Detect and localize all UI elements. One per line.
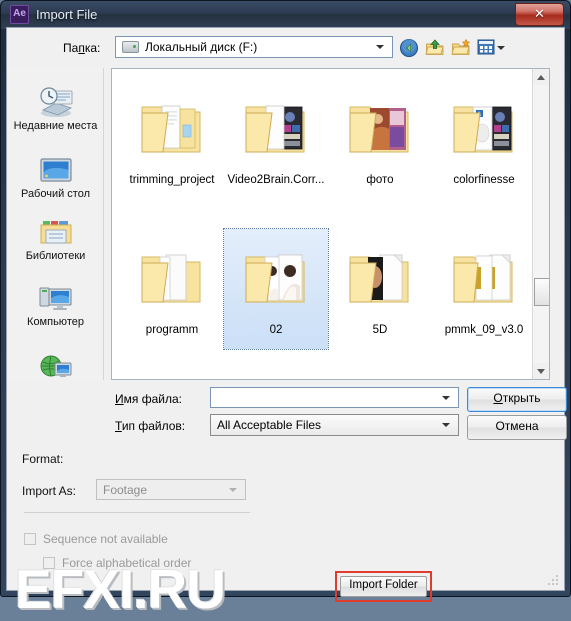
back-icon[interactable] [399, 38, 419, 58]
force-alphabetical-checkbox-row[interactable]: Force alphabetical order [43, 556, 191, 570]
filetype-combobox[interactable]: All Acceptable Files [210, 414, 459, 436]
sequence-checkbox-row[interactable]: Sequence not available [24, 532, 168, 546]
up-folder-icon[interactable] [425, 38, 445, 58]
list-item[interactable]: programm [120, 229, 224, 349]
import-as-label: Import As: [22, 484, 77, 498]
vertical-scrollbar[interactable] [532, 69, 549, 379]
folder-icon [224, 79, 328, 173]
places-sidebar: Недавние места Рабочий стол Библиотеки К… [8, 68, 104, 380]
list-item-label: colorfinesse [453, 174, 515, 186]
list-item[interactable]: pmmk_09_v3.0 [432, 229, 536, 349]
list-item-label: trimming_project [129, 174, 215, 186]
path-toolbar: Папка: Локальный диск (F:) [7, 32, 564, 64]
chevron-down-icon [442, 423, 450, 427]
list-item-label: 02 [269, 324, 283, 336]
list-item-label: фото [366, 174, 394, 186]
import-as-value: Footage [103, 482, 148, 497]
chevron-down-icon[interactable] [442, 395, 450, 400]
resize-grip[interactable] [548, 575, 560, 587]
list-item-label: programm [145, 324, 199, 336]
desktop-icon [8, 152, 103, 186]
close-button[interactable]: ✕ [515, 3, 564, 26]
sidebar-item-desktop[interactable]: Рабочий стол [8, 152, 103, 201]
sidebar-label-desktop: Рабочий стол [20, 188, 91, 200]
network-icon [8, 348, 103, 382]
sequence-label: Sequence not available [43, 532, 168, 546]
list-item[interactable]: фото [328, 79, 432, 199]
folder-icon [224, 229, 328, 323]
folder-icon [328, 229, 432, 323]
title-bar-left: Ae Import File [10, 5, 97, 24]
after-effects-icon: Ae [10, 5, 29, 24]
import-as-combobox[interactable]: Footage [96, 479, 246, 500]
folder-icon [328, 79, 432, 173]
list-item[interactable]: trimming_project [120, 79, 224, 199]
new-folder-icon[interactable] [451, 38, 471, 58]
format-label: Format: [22, 452, 64, 466]
path-value: Локальный диск (F:) [145, 40, 258, 54]
list-item[interactable]: Video2Brain.Corr... [224, 79, 328, 199]
file-list[interactable]: trimming_project Video2Brain.Corr... фот… [111, 68, 550, 380]
drive-icon [122, 41, 139, 53]
chevron-down-icon [376, 45, 384, 49]
filename-label: Имя файла: [115, 392, 182, 406]
force-alphabetical-checkbox[interactable] [43, 557, 55, 569]
window-title: Import File [36, 7, 98, 22]
list-item-selected[interactable]: 02 [223, 228, 329, 350]
folder-icon [120, 79, 224, 173]
sidebar-label-recent-places: Недавние места [13, 120, 98, 132]
divider [24, 512, 250, 513]
filetype-label: Тип файлов: [115, 419, 186, 433]
dialog-client-area: Папка: Локальный диск (F:) Недавние мест… [6, 27, 567, 620]
list-item-label: 5D [372, 324, 388, 336]
import-folder-button[interactable]: Import Folder [340, 576, 427, 597]
path-label: Папка: [63, 41, 101, 55]
list-item[interactable]: 5D [328, 229, 432, 349]
title-bar[interactable]: Ae Import File ✕ [1, 1, 570, 29]
sidebar-item-libraries[interactable]: Библиотеки [8, 214, 103, 263]
chevron-down-icon [229, 487, 237, 492]
path-combobox[interactable]: Локальный диск (F:) [115, 36, 393, 58]
sidebar-item-recent-places[interactable]: Недавние места [8, 84, 103, 133]
list-item-label: Video2Brain.Corr... [227, 174, 325, 186]
list-item-label: pmmk_09_v3.0 [444, 324, 524, 336]
sidebar-label-computer: Компьютер [27, 316, 84, 328]
folder-icon: A [432, 79, 536, 173]
recent-places-icon [8, 84, 103, 118]
force-alphabetical-label: Force alphabetical order [62, 556, 192, 570]
sequence-checkbox[interactable] [24, 533, 36, 545]
views-icon[interactable] [477, 38, 497, 58]
computer-icon [8, 280, 103, 314]
folder-icon [120, 229, 224, 323]
views-chevron-down-icon[interactable] [497, 46, 505, 50]
list-item[interactable]: A colorfinesse [432, 79, 536, 199]
sidebar-item-computer[interactable]: Компьютер [8, 280, 103, 329]
scroll-down-icon[interactable] [533, 363, 549, 379]
open-button[interactable]: Открыть [467, 387, 567, 412]
sidebar-item-network[interactable] [8, 348, 103, 384]
scroll-up-icon[interactable] [533, 69, 549, 85]
import-file-dialog: Ae Import File ✕ Папка: Локальный диск (… [0, 0, 571, 620]
cancel-button[interactable]: Отмена [467, 415, 567, 440]
libraries-icon [8, 214, 103, 248]
folder-icon [432, 229, 536, 323]
filetype-value: All Acceptable Files [217, 418, 322, 432]
sidebar-label-libraries: Библиотеки [25, 250, 86, 262]
filename-input[interactable] [210, 387, 459, 408]
import-folder-highlight: Import Folder [335, 571, 432, 602]
scrollbar-thumb[interactable] [534, 278, 549, 306]
